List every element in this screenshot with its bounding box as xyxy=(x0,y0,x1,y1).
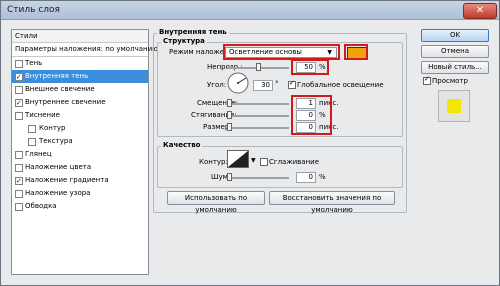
style-item-0[interactable]: Параметры наложения: по умолчанию xyxy=(12,43,158,56)
check-icon: ✓ xyxy=(424,75,430,83)
style-item-2[interactable]: Внутренняя тень xyxy=(12,70,148,84)
size-slider-thumb[interactable] xyxy=(227,123,232,131)
highlight-color-swatch xyxy=(344,44,368,60)
styles-header[interactable]: Стили xyxy=(12,30,148,43)
style-item-label: Текстура xyxy=(39,137,73,145)
noise-value: 0 xyxy=(308,173,313,181)
quality-title: Качество xyxy=(161,141,203,149)
style-item-checkbox[interactable] xyxy=(15,86,23,94)
new-style-button[interactable]: Новый стиль... xyxy=(421,61,489,74)
style-item-label: Внешнее свечение xyxy=(25,85,95,93)
angle-value: 30 xyxy=(261,81,270,89)
choke-slider-thumb[interactable] xyxy=(227,111,232,119)
angle-label: Угол: xyxy=(207,81,227,89)
style-item-label: Тиснение xyxy=(25,111,60,119)
section-title: Внутренняя тень xyxy=(157,28,229,36)
contour-preview[interactable] xyxy=(227,150,249,168)
style-item-label: Наложение цвета xyxy=(25,163,92,171)
style-item-5[interactable]: Тиснение xyxy=(12,109,148,122)
angle-dial[interactable] xyxy=(227,72,249,94)
style-item-label: Контур xyxy=(39,124,66,132)
new-style-label: Новый стиль... xyxy=(428,63,482,71)
window-title: Стиль слоя xyxy=(7,5,60,15)
cancel-label: Отмена xyxy=(440,47,470,55)
style-item-label: Внутренняя тень xyxy=(25,72,89,80)
style-item-checkbox[interactable] xyxy=(15,203,23,211)
noise-unit: % xyxy=(319,173,326,181)
style-item-checkbox[interactable] xyxy=(15,97,23,110)
style-item-checkbox[interactable] xyxy=(28,138,36,146)
structure-title: Структура xyxy=(161,37,207,45)
title-bar: Стиль слоя ✕ xyxy=(1,1,499,20)
chevron-down-icon[interactable]: ▼ xyxy=(251,157,256,164)
close-icon: ✕ xyxy=(475,5,485,16)
style-item-12[interactable]: Обводка xyxy=(12,200,148,213)
preview-label: Просмотр xyxy=(432,77,468,85)
offset-slider-track[interactable] xyxy=(227,103,289,105)
style-item-checkbox[interactable] xyxy=(15,60,23,68)
preview-box xyxy=(438,90,470,122)
noise-slider-thumb[interactable] xyxy=(227,173,232,181)
angle-input[interactable]: 30 xyxy=(253,80,273,91)
style-item-3[interactable]: Внешнее свечение xyxy=(12,83,148,96)
style-item-1[interactable]: Тень xyxy=(12,57,148,70)
style-item-10[interactable]: Наложение градиента xyxy=(12,174,148,188)
style-item-checkbox[interactable] xyxy=(15,71,23,84)
noise-slider-track[interactable] xyxy=(227,177,289,179)
contour-label: Контур: xyxy=(199,158,228,166)
reset-default-button[interactable]: Восстановить значения по умолчанию xyxy=(269,191,395,214)
global-light-checkbox[interactable]: ✓ xyxy=(288,79,296,89)
styles-list: Стили Параметры наложения: по умолчанию Т… xyxy=(11,29,158,275)
style-item-checkbox[interactable] xyxy=(15,112,23,120)
style-item-label: Глянец xyxy=(25,150,52,158)
highlight-opacity xyxy=(291,59,329,75)
ok-button[interactable]: OK xyxy=(421,29,489,42)
style-item-11[interactable]: Наложение узора xyxy=(12,187,148,200)
close-button[interactable]: ✕ xyxy=(463,3,497,19)
style-item-4[interactable]: Внутреннее свечение xyxy=(12,96,148,110)
style-item-label: Параметры наложения: по умолчанию xyxy=(15,45,159,53)
quality-group xyxy=(157,146,403,188)
style-item-checkbox[interactable] xyxy=(28,125,36,133)
angle-unit: ° xyxy=(275,80,279,88)
size-slider-track[interactable] xyxy=(227,127,289,129)
layer-style-dialog: Стиль слоя ✕ Стили Параметры наложения: … xyxy=(0,0,500,286)
styles-header-label: Стили xyxy=(15,32,38,40)
preview-swatch xyxy=(447,99,461,113)
preview-checkbox[interactable]: ✓ xyxy=(423,75,431,85)
cancel-button[interactable]: Отмена xyxy=(421,45,489,58)
style-item-checkbox[interactable] xyxy=(15,151,23,159)
antialias-checkbox[interactable] xyxy=(260,158,268,166)
check-icon: ✓ xyxy=(289,79,295,87)
offset-slider-thumb[interactable] xyxy=(227,99,232,107)
opacity-slider-thumb[interactable] xyxy=(256,63,261,71)
style-item-label: Наложение узора xyxy=(25,189,91,197)
style-item-label: Внутреннее свечение xyxy=(25,98,106,106)
highlight-offset-size xyxy=(291,95,332,135)
global-light-label: Глобальное освещение xyxy=(297,81,384,89)
style-item-7[interactable]: Текстура xyxy=(12,135,148,148)
style-item-checkbox[interactable] xyxy=(15,175,23,188)
style-item-9[interactable]: Наложение цвета xyxy=(12,161,148,174)
style-item-8[interactable]: Глянец xyxy=(12,148,148,161)
ok-label: OK xyxy=(449,31,461,39)
style-item-label: Обводка xyxy=(25,202,57,210)
noise-input[interactable]: 0 xyxy=(296,172,316,183)
style-item-label: Наложение градиента xyxy=(25,176,109,184)
antialias-label: Сглаживание xyxy=(269,158,320,166)
style-item-checkbox[interactable] xyxy=(15,190,23,198)
style-item-6[interactable]: Контур xyxy=(12,122,148,135)
style-item-checkbox[interactable] xyxy=(15,164,23,172)
style-item-label: Тень xyxy=(25,59,43,67)
make-default-button[interactable]: Использовать по умолчанию xyxy=(167,191,265,214)
highlight-blend-mode xyxy=(223,44,340,60)
choke-slider-track[interactable] xyxy=(227,115,289,117)
